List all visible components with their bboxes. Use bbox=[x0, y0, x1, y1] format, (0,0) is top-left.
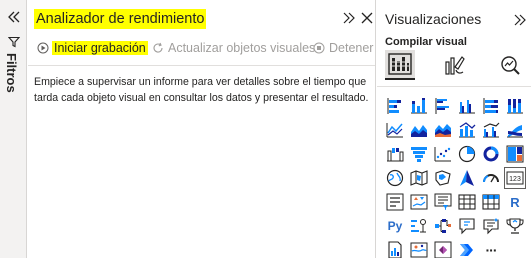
ribbon-chart-icon[interactable] bbox=[505, 120, 525, 140]
refresh-visuals-button[interactable]: Actualizar objetos visuales bbox=[152, 39, 315, 57]
clustered-column-chart-icon[interactable] bbox=[457, 96, 477, 116]
table-icon[interactable] bbox=[457, 192, 477, 212]
record-icon bbox=[37, 42, 49, 54]
paginated-report-icon[interactable] bbox=[385, 240, 405, 258]
slicer-icon[interactable] bbox=[433, 192, 453, 212]
donut-chart-icon[interactable] bbox=[481, 144, 501, 164]
tabs-divider bbox=[377, 86, 531, 87]
card-icon-text: 123 bbox=[509, 176, 521, 183]
smart-narrative-icon[interactable] bbox=[481, 216, 501, 236]
format-visual-tab[interactable] bbox=[440, 50, 470, 80]
analyzer-description: Empiece a supervisar un informe para ver… bbox=[34, 76, 369, 104]
stop-label: Detener bbox=[329, 41, 374, 55]
performance-analyzer-pane: Analizador de rendimiento Iniciar grabac… bbox=[28, 0, 376, 258]
clustered-bar-chart-icon[interactable] bbox=[433, 96, 453, 116]
metrics-icon[interactable] bbox=[505, 216, 525, 236]
decomposition-tree-icon[interactable] bbox=[433, 216, 453, 236]
card-icon[interactable]: 123 bbox=[504, 167, 526, 189]
python-label: Py bbox=[387, 219, 403, 233]
build-visual-tab[interactable] bbox=[385, 50, 415, 80]
chevron-double-left-icon[interactable] bbox=[6, 9, 22, 25]
python-visual-icon[interactable]: Py bbox=[385, 216, 405, 236]
stacked-area-chart-icon[interactable] bbox=[433, 120, 453, 140]
line-chart-icon[interactable] bbox=[385, 120, 405, 140]
r-script-visual-icon[interactable]: R bbox=[505, 192, 525, 212]
start-recording-label: Iniciar grabación bbox=[52, 41, 148, 55]
power-apps-icon[interactable] bbox=[433, 240, 453, 258]
shape-map-icon[interactable] bbox=[433, 168, 453, 188]
visualizations-title: Visualizaciones bbox=[385, 11, 482, 27]
start-recording-button[interactable]: Iniciar grabación bbox=[37, 39, 148, 57]
filled-map-icon[interactable] bbox=[409, 168, 429, 188]
funnel-chart-icon[interactable] bbox=[409, 144, 429, 164]
100-stacked-bar-chart-icon[interactable] bbox=[481, 96, 501, 116]
build-visual-label: Compilar visual bbox=[385, 36, 467, 48]
more-visuals-label: ··· bbox=[485, 242, 498, 258]
stop-icon bbox=[313, 42, 325, 54]
qa-icon[interactable] bbox=[457, 216, 477, 236]
line-and-clustered-column-chart-icon[interactable] bbox=[481, 120, 501, 140]
close-icon[interactable] bbox=[360, 11, 374, 25]
visualizations-pane: Visualizaciones Compilar visual 123 R Py… bbox=[377, 0, 531, 258]
100-stacked-column-chart-icon[interactable] bbox=[505, 96, 525, 116]
refresh-icon bbox=[153, 42, 163, 53]
r-script-label: R bbox=[510, 194, 520, 210]
chevron-double-right-icon[interactable] bbox=[513, 13, 527, 27]
refresh-visuals-label: Actualizar objetos visuales bbox=[168, 41, 316, 55]
arcgis-map-icon[interactable] bbox=[409, 240, 429, 258]
pane-title: Analizador de rendimiento bbox=[34, 9, 207, 29]
stacked-column-chart-icon[interactable] bbox=[409, 96, 429, 116]
treemap-icon[interactable] bbox=[505, 144, 525, 164]
waterfall-chart-icon[interactable] bbox=[385, 144, 405, 164]
line-and-stacked-column-chart-icon[interactable] bbox=[457, 120, 477, 140]
power-automate-icon[interactable] bbox=[457, 240, 477, 258]
filters-pane[interactable]: Filtros bbox=[0, 0, 27, 258]
pie-chart-icon[interactable] bbox=[457, 144, 477, 164]
analyzer-toolbar: Iniciar grabación Actualizar objetos vis… bbox=[37, 39, 373, 57]
analytics-icon bbox=[501, 56, 520, 75]
kpi-icon[interactable] bbox=[409, 192, 429, 212]
toolbar-divider bbox=[28, 65, 375, 66]
visualizations-tabs bbox=[385, 50, 525, 84]
map-icon[interactable] bbox=[385, 168, 405, 188]
filters-label[interactable]: Filtros bbox=[4, 53, 19, 93]
chevron-double-right-icon[interactable] bbox=[342, 11, 356, 25]
azure-map-icon[interactable] bbox=[457, 168, 477, 188]
build-visual-icon bbox=[388, 53, 412, 75]
stacked-bar-chart-icon[interactable] bbox=[385, 96, 405, 116]
format-visual-icon bbox=[445, 56, 465, 75]
more-visuals-icon[interactable]: ··· bbox=[481, 240, 501, 258]
scatter-chart-icon[interactable] bbox=[433, 144, 453, 164]
funnel-icon bbox=[8, 36, 20, 48]
matrix-icon[interactable] bbox=[481, 192, 501, 212]
area-chart-icon[interactable] bbox=[409, 120, 429, 140]
analytics-tab[interactable] bbox=[495, 50, 525, 80]
key-influencers-icon[interactable] bbox=[409, 216, 429, 236]
multi-row-card-icon[interactable] bbox=[385, 192, 405, 212]
stop-button[interactable]: Detener bbox=[313, 39, 373, 57]
gauge-icon[interactable] bbox=[481, 168, 501, 188]
